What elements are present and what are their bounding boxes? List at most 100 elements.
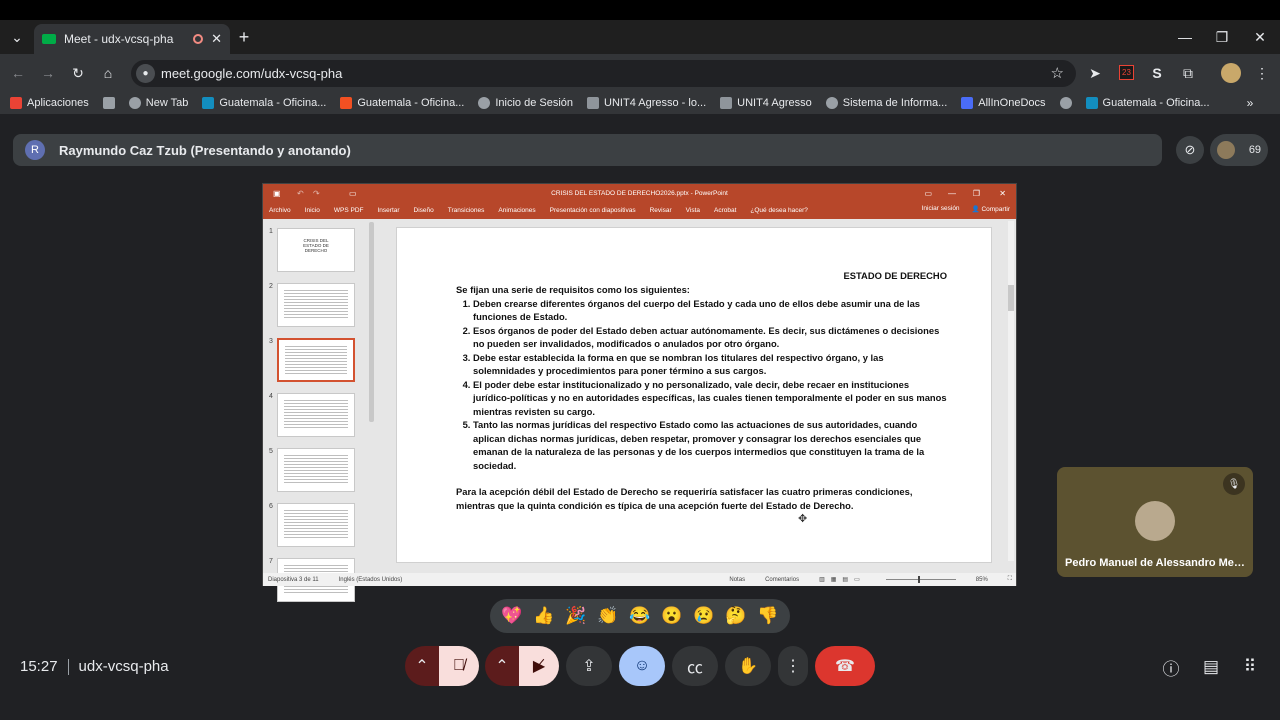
bookmark-item[interactable]: UNIT4 Agresso <box>720 97 812 109</box>
ppt-ribbon-tab[interactable]: Archivo <box>269 207 291 214</box>
calendar-extension-icon[interactable]: 23 <box>1119 65 1134 80</box>
site-info-mic-icon[interactable]: ● <box>136 64 155 83</box>
reaction-emoji-button[interactable]: 👏 <box>597 606 618 626</box>
reaction-emoji-button[interactable]: 😂 <box>629 606 650 626</box>
bookmark-star-icon[interactable]: ☆ <box>1051 64 1064 82</box>
raise-hand-button[interactable]: ✋ <box>725 646 771 686</box>
browser-tab[interactable]: Meet - udx-vcsq-pha ✕ <box>34 24 230 54</box>
more-options-button[interactable]: ⋮ <box>778 646 808 686</box>
zoom-level[interactable]: 85% <box>976 577 988 583</box>
reactions-bar: 💖 👍 🎉 👏 😂 😮 😢 🤔 👎 <box>490 599 790 633</box>
more-bookmarks-icon[interactable]: » <box>1238 91 1262 115</box>
tab-search-chevron-icon[interactable]: ⌄ <box>5 25 29 49</box>
participant-tile[interactable]: 🎙 Pedro Manuel de Alessandro Men... <box>1057 467 1253 577</box>
ppt-signin-link[interactable]: Iniciar sesión <box>922 205 960 213</box>
ppt-ribbon-tab[interactable]: Transiciones <box>448 207 485 214</box>
address-bar[interactable]: ● meet.google.com/udx-vcsq-pha ☆ <box>131 60 1076 87</box>
forward-arrow-icon[interactable]: → <box>36 61 60 85</box>
bookmark-item[interactable]: New Tab <box>128 97 188 109</box>
slide-thumbnail[interactable]: CRISIS DEL ESTADO DE DERECHO <box>277 228 355 272</box>
slide-scrollbar[interactable] <box>1008 221 1014 561</box>
reaction-emoji-button[interactable]: 💖 <box>501 606 522 626</box>
ppt-share-button[interactable]: 👤 Compartir <box>972 205 1010 213</box>
ppt-ribbon-tab[interactable]: Animaciones <box>498 207 535 214</box>
ppt-ribbon-tab[interactable]: Presentación con diapositivas <box>550 207 636 214</box>
bookmark-item[interactable]: Sistema de Informa... <box>825 97 947 109</box>
tab-close-icon[interactable]: ✕ <box>211 31 222 47</box>
ppt-ribbon-tab[interactable]: ¿Qué desea hacer? <box>750 207 807 214</box>
back-arrow-icon[interactable]: ← <box>6 61 30 85</box>
browser-menu-icon[interactable]: ⋮ <box>1250 61 1274 85</box>
slide-thumbnail[interactable] <box>277 338 355 382</box>
video-options-chevron-icon[interactable]: ⌃ <box>485 646 519 686</box>
window-close-icon[interactable]: ✕ <box>1248 25 1272 49</box>
mic-off-button[interactable]: 🎙̸ <box>439 646 479 686</box>
reaction-emoji-button[interactable]: 👍 <box>533 606 554 626</box>
chat-icon[interactable]: ▤ <box>1198 654 1224 680</box>
status-notes[interactable]: Notas <box>729 577 745 583</box>
ppt-present-icon[interactable]: ▭ <box>349 189 357 198</box>
ppt-maximize-icon[interactable]: ❐ <box>973 189 980 198</box>
ppt-close-icon[interactable]: ✕ <box>999 189 1006 198</box>
home-icon[interactable]: ⌂ <box>96 61 120 85</box>
captions-button[interactable]: ㏄ <box>672 646 718 686</box>
present-screen-button[interactable]: ⇪ <box>566 646 612 686</box>
ppt-ribbon-options-icon[interactable]: ▭ <box>924 189 932 198</box>
camera-off-button[interactable]: ▶̸ <box>519 646 559 686</box>
slide-thumbnail[interactable] <box>277 393 355 437</box>
ppt-ribbon-tab[interactable]: Inicio <box>305 207 320 214</box>
reaction-emoji-button[interactable]: 😢 <box>693 606 714 626</box>
new-tab-plus-icon[interactable]: + <box>232 25 256 49</box>
ppt-undo-icon[interactable]: ↶ <box>297 189 304 198</box>
ppt-ribbon-tab[interactable]: Diseño <box>414 207 434 214</box>
ppt-minimize-icon[interactable]: — <box>948 189 956 198</box>
bookmark-item[interactable]: Aplicaciones <box>10 97 89 109</box>
fit-slide-icon[interactable]: ⛶ <box>1008 576 1012 583</box>
ppt-save-icon[interactable]: ▣ <box>273 189 281 198</box>
reaction-emoji-button[interactable]: 😮 <box>661 606 682 626</box>
reaction-emoji-button[interactable]: 🤔 <box>725 606 746 626</box>
profile-avatar[interactable] <box>1221 63 1241 83</box>
hide-presentation-icon[interactable]: ⊘ <box>1176 136 1204 164</box>
activities-apps-icon[interactable]: ⠿ <box>1237 654 1263 680</box>
reactions-button[interactable]: ☺ <box>619 646 665 686</box>
bookmark-item[interactable]: Guatemala - Oficina... <box>202 97 326 109</box>
slide-scrollbar-thumb[interactable] <box>1008 285 1014 311</box>
audio-options-chevron-icon[interactable]: ⌃ <box>405 646 439 686</box>
thumbnail-scrollbar[interactable] <box>369 222 374 422</box>
bookmark-label: Guatemala - Oficina... <box>219 97 327 109</box>
reload-icon[interactable]: ↻ <box>66 61 90 85</box>
bookmark-item[interactable]: Guatemala - Oficina... <box>1085 97 1210 109</box>
slide-thumbnail[interactable] <box>277 503 355 547</box>
view-buttons-icon[interactable]: ▥▦▤▭ <box>819 576 866 583</box>
reaction-emoji-button[interactable]: 👎 <box>757 606 778 626</box>
ppt-redo-icon[interactable]: ↷ <box>313 189 320 198</box>
ppt-ribbon-tab[interactable]: Revisar <box>650 207 672 214</box>
minimize-icon[interactable]: — <box>1173 25 1197 49</box>
bookmark-item[interactable]: AllInOneDocs <box>961 97 1046 109</box>
reaction-emoji-button[interactable]: 🎉 <box>565 606 586 626</box>
leave-call-button[interactable]: ☎ <box>815 646 875 686</box>
extension-cursor-icon[interactable]: ➤ <box>1083 61 1107 85</box>
clock-time: 15:27 <box>20 658 58 675</box>
restore-icon[interactable]: ❐ <box>1210 25 1234 49</box>
status-language[interactable]: Inglés (Estados Unidos) <box>339 577 403 583</box>
bookmark-label: UNIT4 Agresso - lo... <box>604 97 707 109</box>
ppt-ribbon-tab[interactable]: Insertar <box>378 207 400 214</box>
s-extension-icon[interactable]: S <box>1145 61 1169 85</box>
bookmark-item[interactable] <box>102 97 115 109</box>
status-comments[interactable]: Comentarios <box>765 577 799 583</box>
ppt-ribbon-tab[interactable]: Acrobat <box>714 207 736 214</box>
bookmark-item[interactable] <box>1059 97 1072 109</box>
extensions-puzzle-icon[interactable]: ⧉ <box>1176 61 1200 85</box>
ppt-ribbon-tab[interactable]: Vista <box>686 207 700 214</box>
meeting-details-info-icon[interactable]: ⓘ <box>1158 654 1184 680</box>
participants-button[interactable]: 69 <box>1210 134 1268 166</box>
bookmark-item[interactable]: Inicio de Sesión <box>478 97 573 109</box>
bookmark-item[interactable]: Guatemala - Oficina... <box>340 97 464 109</box>
slide-thumbnail[interactable] <box>277 448 355 492</box>
slide-thumbnail[interactable] <box>277 283 355 327</box>
bookmark-item[interactable]: UNIT4 Agresso - lo... <box>587 97 706 109</box>
zoom-slider[interactable] <box>885 576 956 583</box>
ppt-ribbon-tab[interactable]: WPS PDF <box>334 207 364 214</box>
